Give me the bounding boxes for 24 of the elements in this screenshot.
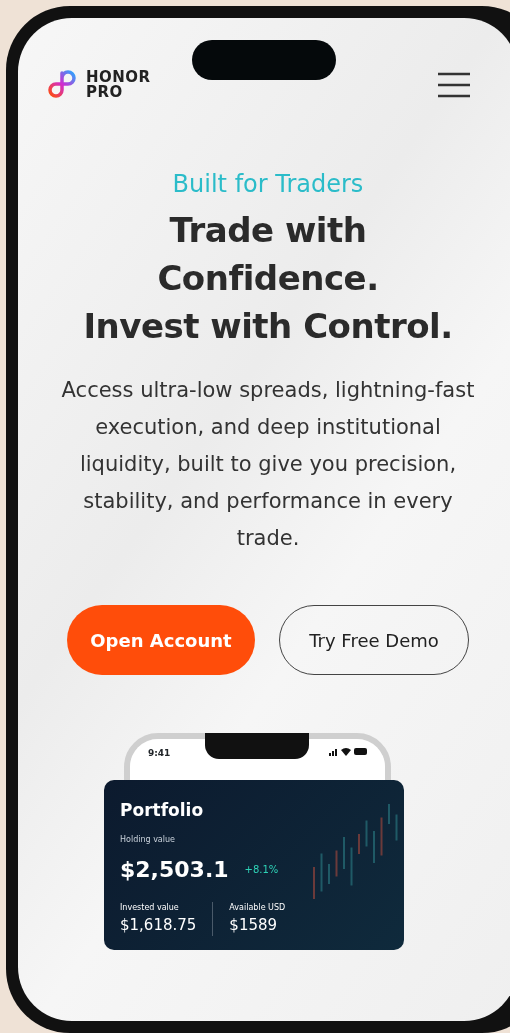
stat-label: Available USD <box>229 901 286 914</box>
candle <box>320 853 323 892</box>
candle <box>335 850 338 877</box>
headline: Confidence. <box>156 257 380 300</box>
candle <box>350 847 353 886</box>
candle <box>380 817 383 856</box>
logo-text: PRO <box>86 85 124 100</box>
holding-label: Holding value <box>120 833 175 846</box>
logo-text: HONOR <box>86 70 151 85</box>
card-title: Portfolio <box>120 799 205 822</box>
change-percent: +8.1% <box>244 862 279 877</box>
candle <box>365 820 368 847</box>
candle <box>395 814 398 841</box>
tagline: Built for Traders <box>171 169 365 200</box>
menu-icon[interactable] <box>436 71 472 99</box>
hero-description: Access ultra-low spreads, lightning-fast execution, and deep institutional liquidity, built to give you precision, stability, and performance in every trade. <box>60 377 476 552</box>
headline: Invest with Control. <box>82 305 454 348</box>
status-time: 9:41 <box>148 747 171 760</box>
holding-value: $2,503.1 <box>120 855 229 884</box>
stat-value: $1,618.75 <box>120 914 197 936</box>
stat-label: Invested value <box>120 901 180 914</box>
headline: Trade with <box>168 209 368 252</box>
status-icons-drawing <box>329 747 367 756</box>
stat-value: $1589 <box>229 914 279 936</box>
